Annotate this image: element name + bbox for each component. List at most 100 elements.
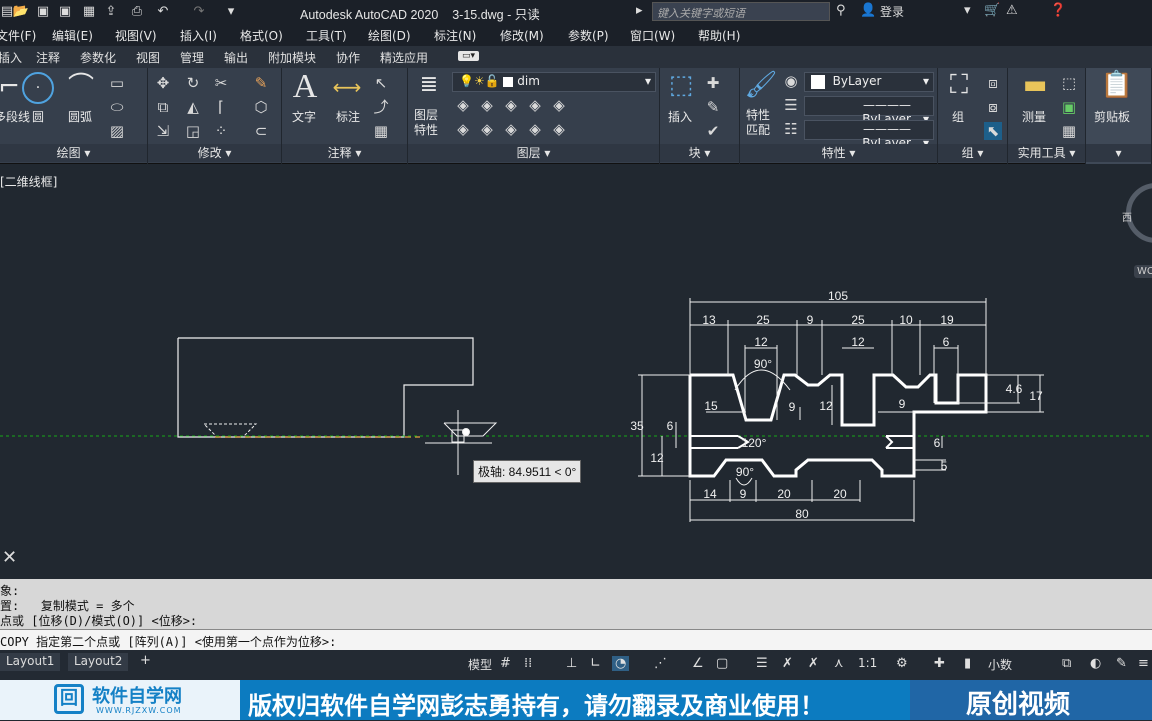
save-icon[interactable]: ▣ <box>34 3 52 21</box>
utilities-panel-title[interactable]: 实用工具 ▾ <box>1008 144 1085 162</box>
open-icon[interactable]: 📂 <box>12 3 30 21</box>
group-select-icon[interactable]: ⬉ <box>984 122 1002 140</box>
tab-parametric[interactable]: 参数化 <box>80 49 116 66</box>
isolate-icon[interactable]: ◐ <box>1090 656 1101 671</box>
save-as-icon[interactable]: ▣ <box>56 3 74 21</box>
arc-icon[interactable]: ⌒ <box>64 72 98 104</box>
calculator-icon[interactable]: ▦ <box>1060 122 1078 140</box>
crosshair-icon[interactable]: ✚ <box>934 656 945 671</box>
dimension-label[interactable]: 标注 <box>336 108 360 125</box>
tab-annotate[interactable]: 注释 <box>36 49 60 66</box>
scale-icon[interactable]: ◲ <box>184 122 202 140</box>
menu-insert[interactable]: 插入(I) <box>180 27 217 44</box>
match-properties-icon[interactable]: 🖌 <box>744 70 778 102</box>
rectangle-icon[interactable]: ▭ <box>108 74 126 92</box>
edit-block-icon[interactable]: ✎ <box>704 98 722 116</box>
layer-tool-10-icon[interactable]: ◈ <box>550 120 568 138</box>
close-cmdline-icon[interactable]: ✕ <box>2 547 17 568</box>
tab-layout1[interactable]: Layout1 <box>0 653 61 671</box>
menu-parametric[interactable]: 参数(P) <box>568 27 609 44</box>
web-open-icon[interactable]: ▦ <box>80 3 98 21</box>
clipboard-label[interactable]: 剪贴板 <box>1094 108 1130 125</box>
erase-icon[interactable]: ✎ <box>252 74 270 92</box>
grid-icon[interactable]: # <box>500 656 511 671</box>
copy-icon[interactable]: ⧉ <box>154 98 172 116</box>
cart-icon[interactable]: 🛒 <box>984 3 1000 18</box>
stretch-icon[interactable]: ⇲ <box>154 122 172 140</box>
layer-properties-icon[interactable]: ≣ <box>412 70 446 102</box>
group-label[interactable]: 组 <box>952 108 964 125</box>
trim-icon[interactable]: ✂ <box>212 74 230 92</box>
dimension-icon[interactable]: ⟷ <box>330 72 364 104</box>
array-icon[interactable]: ⁘ <box>212 122 230 140</box>
layer-tool-1-icon[interactable]: ◈ <box>454 96 472 114</box>
compass-west[interactable]: 西 <box>1122 209 1132 224</box>
mirror-icon[interactable]: ◭ <box>184 98 202 116</box>
tab-manage[interactable]: 管理 <box>180 49 204 66</box>
units-dropdown[interactable]: 小数 <box>988 656 1012 673</box>
annotation-panel-title[interactable]: 注释 ▾ <box>282 144 407 162</box>
menu-format[interactable]: 格式(O) <box>240 27 283 44</box>
polyline-label[interactable]: 多段线 <box>0 108 30 125</box>
ellipse-icon[interactable]: ⬭ <box>108 98 126 116</box>
paste-icon[interactable]: 📋 <box>1100 70 1134 102</box>
match-properties-label[interactable]: 特性 匹配 <box>746 108 770 138</box>
drawing-canvas[interactable]: 105 13 25 9 25 10 19 12 12 6 90° 9 12 15… <box>0 165 1152 579</box>
redo-icon[interactable]: ↷ <box>190 3 208 21</box>
lineweight-dropdown[interactable]: ———— ByLayer ▾ <box>804 96 934 126</box>
move-icon[interactable]: ✥ <box>154 74 172 92</box>
menu-modify[interactable]: 修改(M) <box>500 27 544 44</box>
leader-tool-icon[interactable]: ⤴ <box>372 98 390 116</box>
tab-layout2[interactable]: Layout2 <box>68 653 129 671</box>
layer-tool-5-icon[interactable]: ◈ <box>550 96 568 114</box>
user-icon[interactable]: 👤 <box>860 3 876 18</box>
view-control-label[interactable]: [二维线框] <box>0 173 57 190</box>
block-panel-title[interactable]: 块 ▾ <box>660 144 739 162</box>
quick-props-icon[interactable]: ⧉ <box>1062 656 1071 671</box>
linetype-icon[interactable]: ☷ <box>782 120 800 138</box>
polar-icon[interactable]: ◔ <box>612 656 630 671</box>
web-save-icon[interactable]: ⇪ <box>102 3 120 21</box>
text-icon[interactable]: A <box>288 70 322 104</box>
customize-qat-icon[interactable]: ▾ <box>222 3 240 21</box>
hatch-icon[interactable]: ▨ <box>108 122 126 140</box>
osnap-track-icon[interactable]: ∠ <box>692 656 704 671</box>
hardware-accel-icon[interactable]: ✎ <box>1116 656 1127 671</box>
layer-tool-2-icon[interactable]: ◈ <box>478 96 496 114</box>
leader-icon[interactable]: ↖ <box>372 74 390 92</box>
search-dropdown-icon[interactable]: ▸ <box>636 3 643 18</box>
menu-draw[interactable]: 绘图(D) <box>368 27 411 44</box>
linetype-dropdown[interactable]: ———— ByLayer ▾ <box>804 120 934 150</box>
layer-properties-label[interactable]: 图层 特性 <box>414 108 438 138</box>
units-icon[interactable]: ▮ <box>964 656 971 671</box>
a360-icon[interactable]: ⚠ <box>1006 3 1018 18</box>
measure-icon[interactable]: ▬ <box>1018 70 1052 102</box>
lineweight-icon[interactable]: ☰ <box>782 96 800 114</box>
customize-icon[interactable]: ≡ <box>1138 656 1149 671</box>
command-input[interactable]: COPY 指定第二个点或 [阵列(A)] <使用第一个点作为位移>: <box>0 629 1152 650</box>
scale-dropdown[interactable]: 1:1 <box>858 656 877 670</box>
help-icon[interactable]: ❓ <box>1050 3 1066 18</box>
select-all-icon[interactable]: ▣ <box>1060 98 1078 116</box>
tab-featured-apps[interactable]: 精选应用 <box>380 49 428 66</box>
menu-dimension[interactable]: 标注(N) <box>434 27 476 44</box>
menu-help[interactable]: 帮助(H) <box>698 27 740 44</box>
osnap-icon[interactable]: ▢ <box>716 656 728 671</box>
tab-extra-icon[interactable]: ▭▾ <box>458 51 480 61</box>
drawing-viewport[interactable]: 105 13 25 9 25 10 19 12 12 6 90° 9 12 15… <box>0 165 1152 579</box>
plot-icon[interactable]: ⎙ <box>128 3 146 21</box>
ungroup-icon[interactable]: ⧈ <box>984 74 1002 92</box>
insert-label[interactable]: 插入 <box>668 108 692 125</box>
layer-tool-9-icon[interactable]: ◈ <box>526 120 544 138</box>
login-dropdown-icon[interactable]: ▾ <box>964 3 971 18</box>
circle-icon[interactable]: · <box>22 72 54 104</box>
workspace-gear-icon[interactable]: ⚙ <box>896 656 908 671</box>
layer-dropdown[interactable]: 💡☀🔓 dim ▾ <box>452 72 656 92</box>
text-label[interactable]: 文字 <box>292 108 316 125</box>
circle-label[interactable]: 圆 <box>32 108 44 125</box>
create-block-icon[interactable]: ✚ <box>704 74 722 92</box>
group-icon[interactable]: ⛶ <box>942 70 976 102</box>
block-attr-icon[interactable]: ✔ <box>704 122 722 140</box>
layer-tool-4-icon[interactable]: ◈ <box>526 96 544 114</box>
annotation-scale-icon[interactable]: ✗ <box>782 656 793 671</box>
